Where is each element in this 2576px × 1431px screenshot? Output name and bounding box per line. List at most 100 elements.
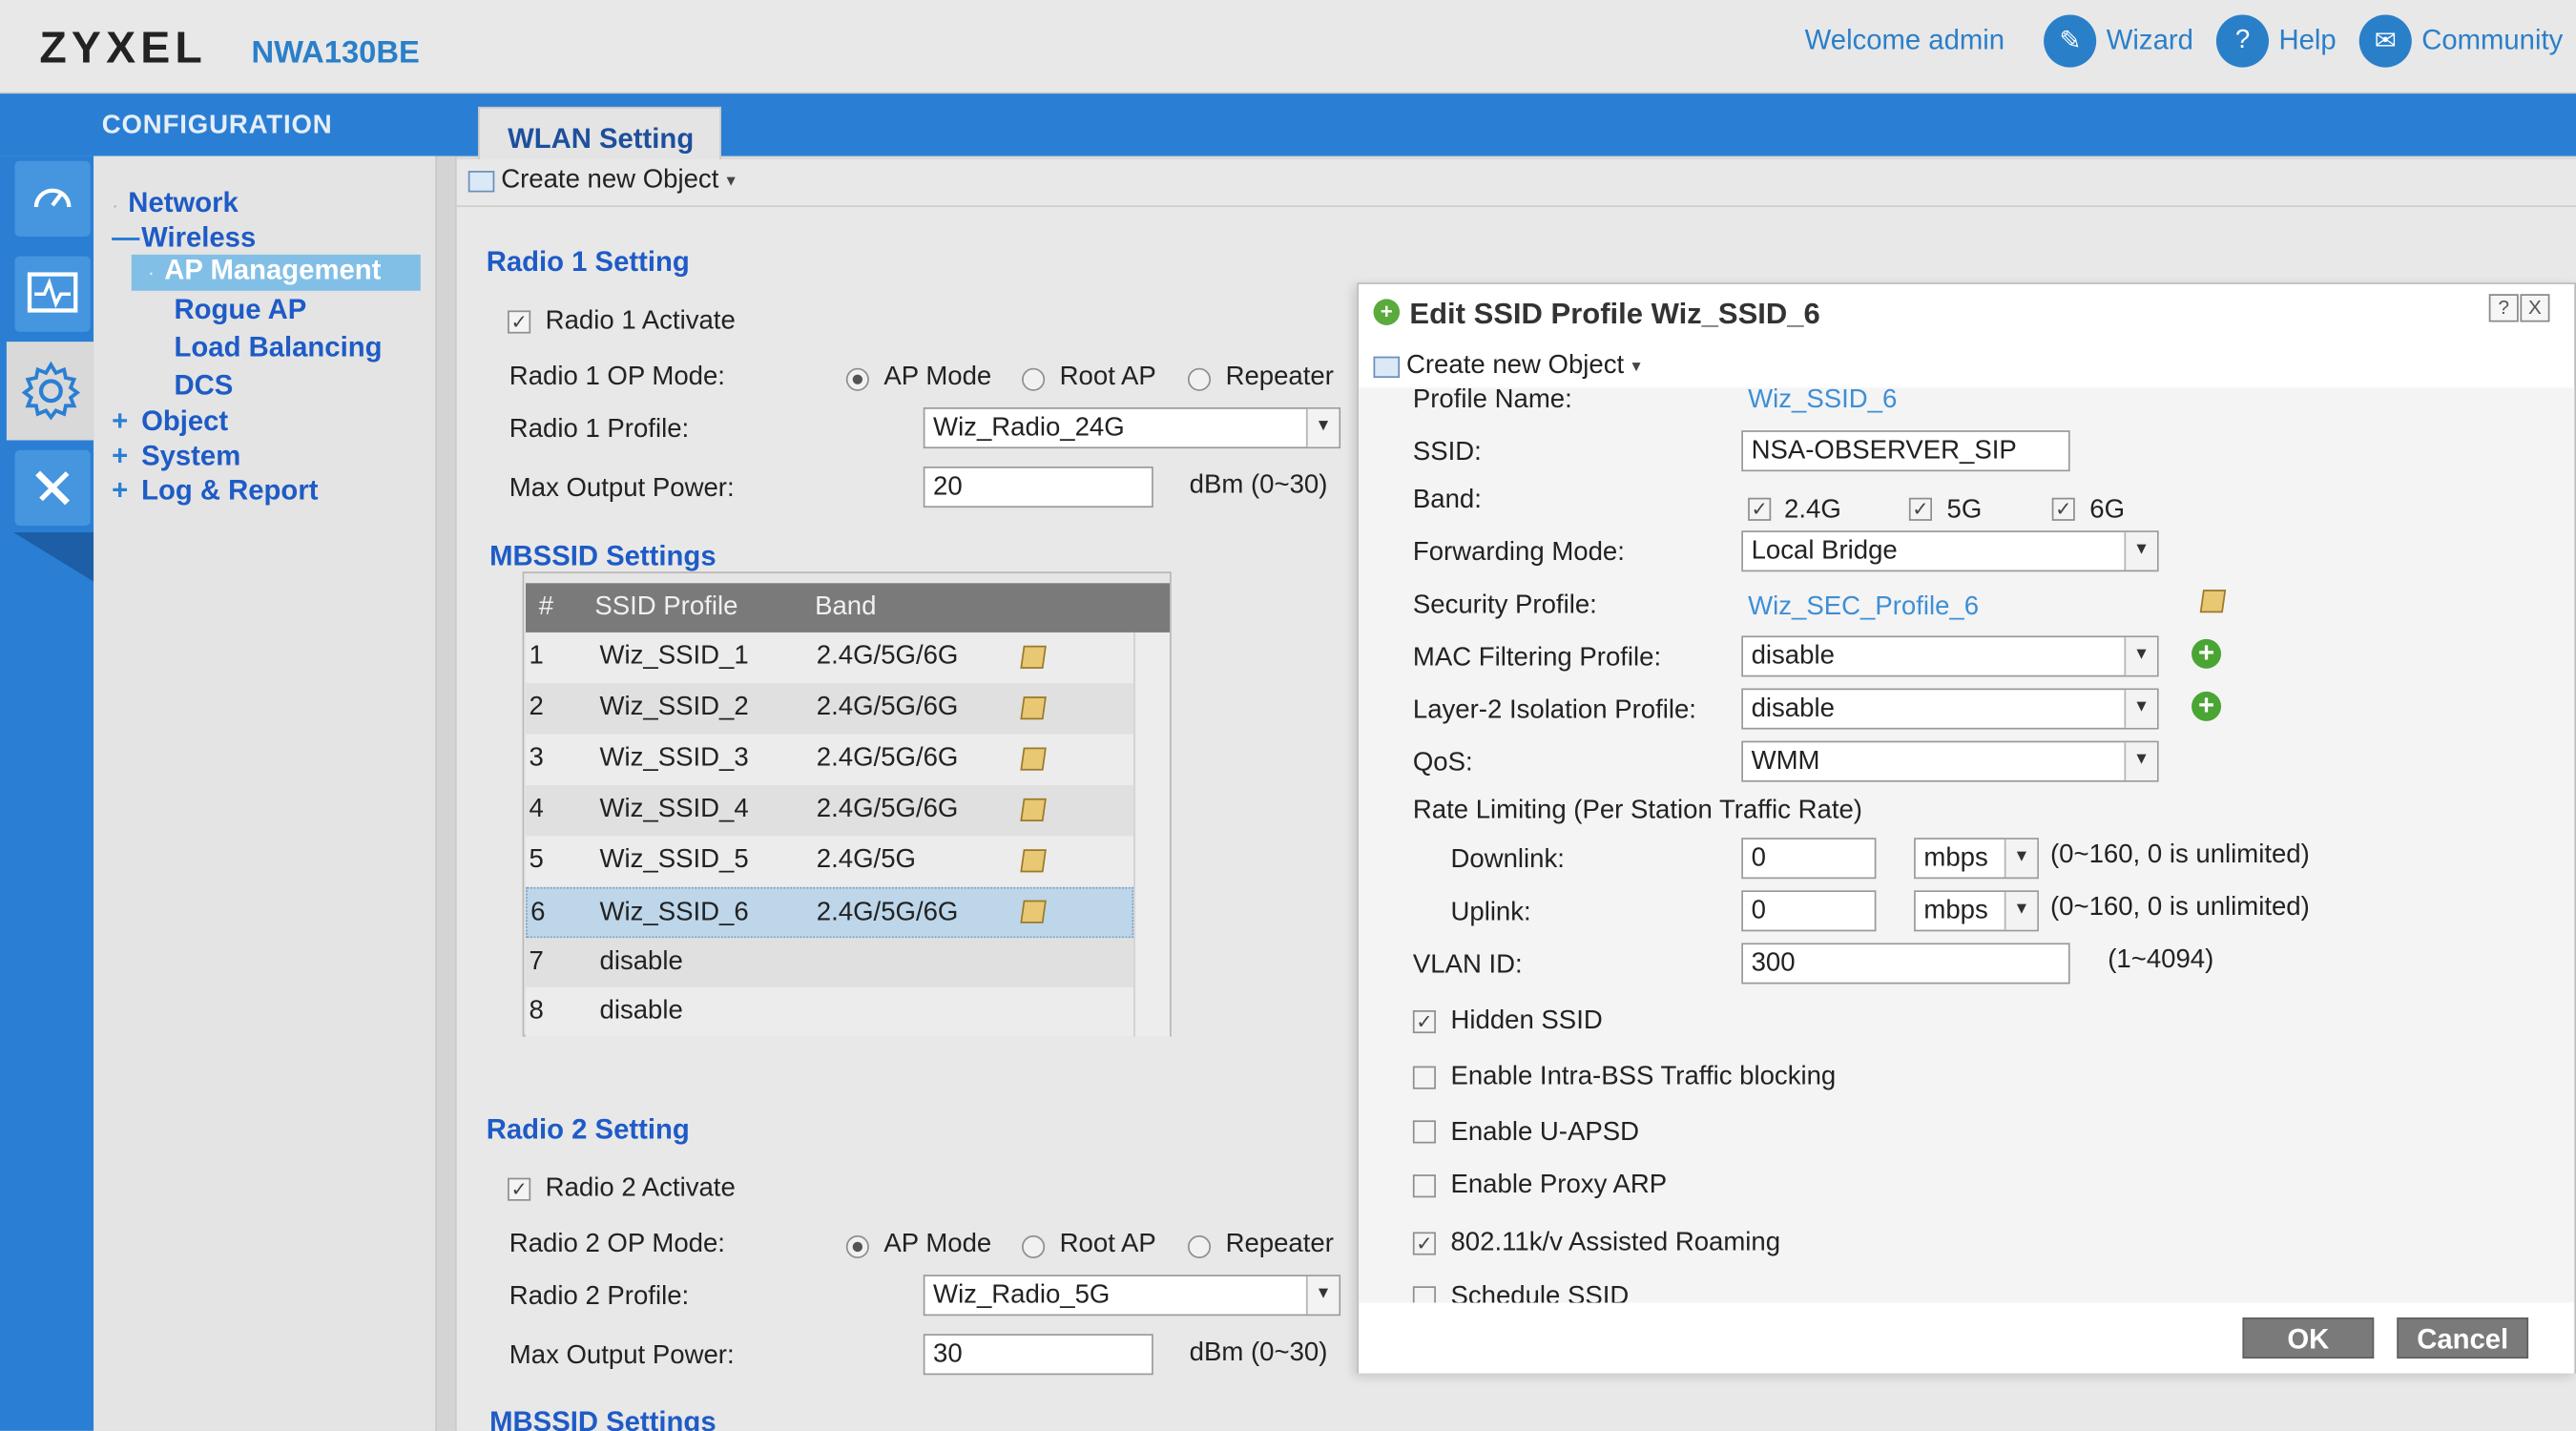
band-24g-checkbox[interactable]: ✓ [1748,497,1772,521]
wizard-link[interactable]: Wizard [2107,25,2193,57]
uplink-unit-select[interactable]: mbps ▼ [1914,890,2039,932]
intra-bss-checkbox[interactable] [1412,1066,1436,1089]
maintenance-button[interactable] [13,446,93,531]
forwarding-mode-select[interactable]: Local Bridge ▼ [1741,530,2159,572]
radio2-power-unit: dBm (0~30) [1189,1338,1328,1367]
nav-load-balancing[interactable]: Load Balancing [175,332,383,364]
help-icon[interactable]: ? [2216,14,2270,68]
l2-isolation-label: Layer-2 Isolation Profile: [1412,696,1696,725]
radio2-power-input[interactable]: 30 [923,1334,1153,1376]
dialog-close-button[interactable]: X [2520,294,2550,322]
wizard-icon[interactable]: ✎ [2044,14,2097,68]
col-band[interactable]: Band [815,593,876,623]
help-link[interactable]: Help [2278,25,2336,57]
dashboard-button[interactable] [13,156,93,242]
radio2-ap-mode-radio[interactable] [845,1234,869,1259]
radio1-root-ap-radio[interactable] [1022,367,1046,391]
l2-isolation-select[interactable]: disable ▼ [1741,688,2159,730]
expand-icon[interactable]: + [112,475,141,508]
table-row[interactable]: 1 Wiz_SSID_1 2.4G/5G/6G [526,632,1134,684]
nav-network[interactable]: · Network [112,187,239,219]
chevron-down-icon[interactable]: ▼ [1305,1275,1340,1315]
nav-ap-management[interactable]: · AP Management [131,254,421,291]
radio2-repeater-radio[interactable] [1187,1234,1212,1259]
tab-wlan-setting[interactable]: WLAN Setting [478,106,721,160]
cancel-button[interactable]: Cancel [2397,1317,2529,1359]
vlan-id-input[interactable]: 300 [1741,943,2070,985]
band-5g-checkbox[interactable]: ✓ [1908,497,1933,521]
security-profile-value[interactable]: Wiz_SEC_Profile_6 [1748,593,1979,623]
dialog-help-button[interactable]: ? [2488,294,2519,322]
uplink-hint: (0~160, 0 is unlimited) [2049,893,2310,923]
edit-icon[interactable] [2199,590,2227,613]
radio1-power-unit: dBm (0~30) [1189,471,1328,500]
nav-wireless[interactable]: — Wireless [112,221,256,254]
edit-icon[interactable] [1020,696,1047,720]
chevron-down-icon[interactable]: ▼ [2124,637,2157,675]
table-row[interactable]: 2 Wiz_SSID_2 2.4G/5G/6G [526,683,1134,735]
radio1-power-input[interactable]: 20 [923,467,1153,508]
proxy-arp-checkbox[interactable] [1412,1174,1436,1198]
band-6g-checkbox[interactable]: ✓ [2051,497,2075,521]
downlink-input[interactable]: 0 [1741,838,1877,880]
community-link[interactable]: Community [2421,25,2563,57]
create-object-menu[interactable]: Create new Object ▼ [467,166,738,196]
col-ssid-profile[interactable]: SSID Profile [594,593,737,623]
table-row-selected[interactable]: 6 Wiz_SSID_6 2.4G/5G/6G [526,886,1134,939]
col-num[interactable]: # [539,593,553,623]
radio1-repeater-radio[interactable] [1187,367,1212,391]
downlink-unit-select[interactable]: mbps ▼ [1914,838,2039,880]
nav-dcs[interactable]: DCS [175,369,234,402]
edit-icon[interactable] [1020,645,1047,669]
edit-icon[interactable] [1020,900,1047,923]
expand-icon[interactable]: + [112,440,141,472]
qos-select[interactable]: WMM ▼ [1741,740,2159,782]
chevron-down-icon[interactable]: ▼ [2124,742,2157,780]
radio2-activate-checkbox[interactable]: ✓ [508,1177,531,1201]
dialog-create-object-menu[interactable]: Create new Object ▼ [1373,351,1644,381]
configuration-button[interactable] [6,342,94,441]
add-l2-isolation-icon[interactable]: + [2192,691,2222,721]
hidden-ssid-checkbox[interactable]: ✓ [1412,1009,1436,1034]
chevron-down-icon[interactable]: ▼ [2124,690,2157,728]
table-row[interactable]: 8 disable [526,986,1134,1037]
expand-icon[interactable]: + [112,405,141,438]
add-mac-filter-icon[interactable]: + [2192,638,2222,669]
table-row[interactable]: 3 Wiz_SSID_3 2.4G/5G/6G [526,734,1134,786]
chevron-down-icon[interactable]: ▼ [2124,531,2157,570]
table-row[interactable]: 5 Wiz_SSID_5 2.4G/5G [526,836,1134,887]
chevron-down-icon: ▼ [1629,358,1644,375]
schedule-ssid-label: Schedule SSID [1450,1282,1630,1303]
edit-icon[interactable] [1020,849,1047,873]
panel-splitter[interactable] [437,156,457,1431]
chevron-down-icon[interactable]: ▼ [1305,408,1340,447]
assisted-roaming-checkbox[interactable]: ✓ [1412,1232,1436,1255]
ssid-input[interactable]: NSA-OBSERVER_SIP [1741,430,2070,472]
nav-rogue-ap[interactable]: Rogue AP [175,294,307,326]
radio2-profile-select[interactable]: Wiz_Radio_5G ▼ [923,1275,1341,1317]
monitor-button[interactable] [13,251,93,337]
radio1-ap-mode-radio[interactable] [845,367,869,391]
nav-system[interactable]: + System [112,440,240,472]
nav-log-report[interactable]: + Log & Report [112,475,318,508]
radio2-root-ap-radio[interactable] [1022,1234,1046,1259]
mac-filter-select[interactable]: disable ▼ [1741,635,2159,677]
configuration-title: CONFIGURATION [101,112,333,140]
nav-object[interactable]: + Object [112,405,228,438]
radio1-profile-select[interactable]: Wiz_Radio_24G ▼ [923,407,1341,449]
collapse-icon[interactable]: — [112,221,141,254]
edit-icon[interactable] [1020,798,1047,821]
edit-icon[interactable] [1020,747,1047,771]
chevron-down-icon[interactable]: ▼ [2004,892,2038,930]
table-row[interactable]: 7 disable [526,938,1134,989]
radio1-activate-checkbox[interactable]: ✓ [508,310,531,334]
ok-button[interactable]: OK [2242,1317,2375,1359]
chevron-down-icon[interactable]: ▼ [2004,839,2038,878]
schedule-ssid-checkbox[interactable] [1412,1286,1436,1303]
uplink-input[interactable]: 0 [1741,890,1877,932]
uapsd-checkbox[interactable] [1412,1120,1436,1144]
community-icon[interactable]: ✉ [2358,14,2412,68]
table-row[interactable]: 4 Wiz_SSID_4 2.4G/5G/6G [526,785,1134,837]
radio2-power-label: Max Output Power: [509,1341,735,1371]
table-scrollbar[interactable] [1133,632,1171,1037]
